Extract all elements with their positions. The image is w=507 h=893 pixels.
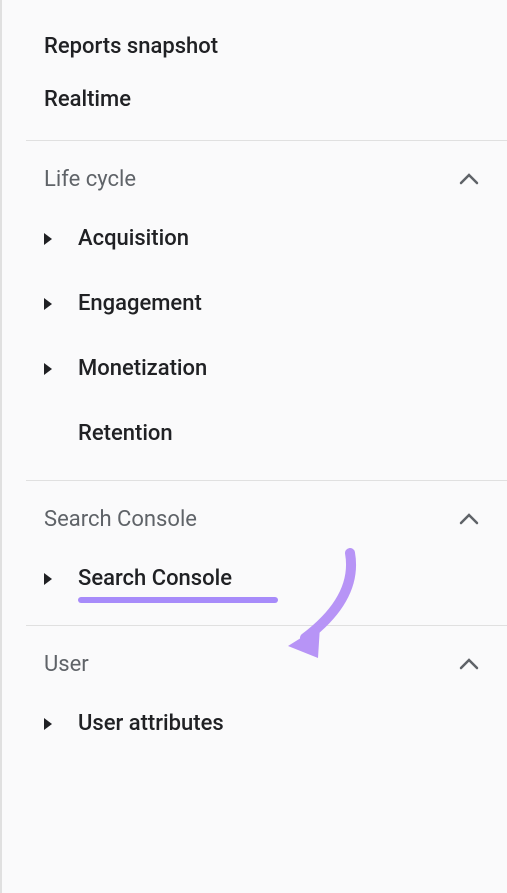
sidebar-item-engagement[interactable]: Engagement — [2, 271, 507, 336]
sidebar-item-monetization[interactable]: Monetization — [2, 336, 507, 401]
section-title-user: User — [44, 652, 89, 677]
sidebar-item-acquisition[interactable]: Acquisition — [2, 206, 507, 271]
triangle-right-icon — [44, 298, 52, 310]
search-console-child-label: Search Console — [78, 566, 232, 591]
section-header-life-cycle[interactable]: Life cycle — [2, 141, 507, 206]
sidebar-item-reports-snapshot[interactable]: Reports snapshot — [2, 20, 507, 73]
acquisition-label: Acquisition — [78, 226, 189, 251]
realtime-label: Realtime — [44, 87, 131, 112]
sidebar-item-realtime[interactable]: Realtime — [2, 73, 507, 126]
retention-label: Retention — [78, 421, 173, 446]
reports-snapshot-label: Reports snapshot — [44, 34, 218, 59]
highlight-underline — [78, 597, 278, 603]
user-attributes-label: User attributes — [78, 711, 224, 736]
engagement-label: Engagement — [78, 291, 202, 316]
section-title-search-console: Search Console — [44, 507, 197, 532]
monetization-label: Monetization — [78, 356, 207, 381]
triangle-right-icon — [44, 573, 52, 585]
section-title-life-cycle: Life cycle — [44, 167, 136, 192]
analytics-sidebar: Reports snapshot Realtime Life cycle Acq… — [2, 0, 507, 893]
chevron-up-icon — [459, 510, 479, 529]
triangle-right-icon — [44, 363, 52, 375]
sidebar-item-user-attributes[interactable]: User attributes — [2, 691, 507, 756]
triangle-right-icon — [44, 233, 52, 245]
triangle-right-icon — [44, 718, 52, 730]
chevron-up-icon — [459, 655, 479, 674]
chevron-up-icon — [459, 170, 479, 189]
section-header-search-console[interactable]: Search Console — [2, 481, 507, 546]
sidebar-item-search-console-child[interactable]: Search Console — [2, 546, 507, 611]
sidebar-item-retention[interactable]: Retention — [2, 401, 507, 466]
section-header-user[interactable]: User — [2, 626, 507, 691]
